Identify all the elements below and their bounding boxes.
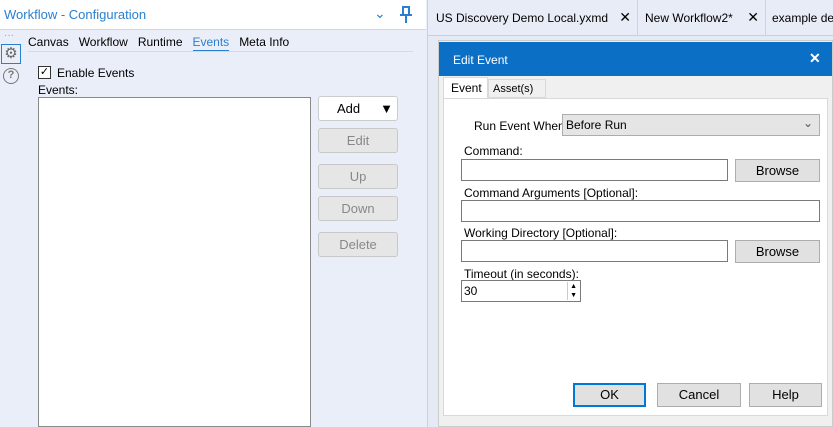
tab-meta-info[interactable]: Meta Info [239, 35, 289, 52]
panel-header: Workflow - Configuration ⌄ [0, 0, 426, 30]
args-input[interactable] [461, 200, 820, 222]
doc-tab-label: example de [772, 11, 833, 25]
tab-event[interactable]: Event [443, 77, 488, 99]
tab-assets[interactable]: Asset(s) [488, 79, 546, 98]
tab-events[interactable]: Events [192, 35, 230, 52]
tab-runtime[interactable]: Runtime [138, 35, 183, 52]
workdir-browse-button[interactable]: Browse [735, 240, 820, 263]
edit-button[interactable]: Edit [318, 128, 398, 153]
event-tab-panel: Run Event When: Before Run ⌄ Command: Bro… [443, 98, 828, 416]
doc-tab[interactable]: New Workflow2* ✕ [638, 0, 766, 35]
edit-event-dialog: Edit Event ✕ Event Asset(s) Run Event Wh… [438, 40, 833, 427]
pin-icon[interactable] [398, 6, 414, 24]
doc-tab[interactable]: example de [766, 0, 833, 35]
configuration-panel: Workflow - Configuration ⌄ ··· ⚙ ? Canva… [0, 0, 428, 427]
dropdown-arrow-icon: ▼ [380, 101, 393, 116]
enable-events-label: Enable Events [57, 66, 135, 80]
enable-events-checkbox[interactable]: ✓ [38, 66, 51, 79]
help-button[interactable]: Help [749, 383, 822, 407]
dialog-title: Edit Event [453, 53, 508, 67]
close-icon[interactable]: ✕ [619, 9, 631, 26]
doc-tab-label: US Discovery Demo Local.yxmd [436, 11, 609, 25]
config-tabs: Canvas Workflow Runtime Events Meta Info [28, 35, 289, 52]
tab-canvas[interactable]: Canvas [28, 35, 69, 52]
cancel-button[interactable]: Cancel [657, 383, 741, 407]
timeout-label: Timeout (in seconds): [464, 267, 579, 281]
close-icon[interactable]: ✕ [747, 9, 759, 26]
divider [28, 51, 413, 52]
gear-icon[interactable]: ⚙ [1, 44, 21, 64]
up-button[interactable]: Up [318, 164, 398, 189]
panel-title: Workflow - Configuration [4, 7, 147, 22]
spinner-arrows-icon[interactable]: ▲ ▼ [567, 282, 579, 300]
workdir-input[interactable] [461, 240, 728, 262]
chevron-down-icon: ⌄ [802, 116, 813, 130]
workdir-label: Working Directory [Optional]: [464, 226, 618, 240]
more-icon[interactable]: ··· [4, 30, 14, 41]
timeout-value: 30 [464, 284, 478, 298]
run-event-label: Run Event When: [474, 119, 569, 133]
run-event-value: Before Run [566, 118, 627, 132]
delete-button[interactable]: Delete [318, 232, 398, 257]
document-tabs: US Discovery Demo Local.yxmd ✕ New Workfl… [428, 0, 833, 36]
add-label: Add [337, 101, 361, 116]
doc-tab[interactable]: US Discovery Demo Local.yxmd ✕ [428, 0, 638, 35]
command-browse-button[interactable]: Browse [735, 159, 820, 182]
help-icon[interactable]: ? [3, 68, 19, 84]
tab-workflow[interactable]: Workflow [79, 35, 128, 52]
chevron-down-icon[interactable]: ⌄ [374, 5, 386, 22]
ok-button[interactable]: OK [573, 383, 646, 407]
run-event-select[interactable]: Before Run ⌄ [562, 114, 820, 136]
command-input[interactable] [461, 159, 728, 181]
dialog-titlebar: Edit Event ✕ [439, 42, 832, 76]
args-label: Command Arguments [Optional]: [464, 186, 639, 200]
events-label: Events: [38, 83, 79, 97]
timeout-spinner[interactable]: 30 ▲ ▼ [461, 280, 581, 302]
events-list[interactable] [38, 97, 311, 427]
close-icon[interactable]: ✕ [809, 50, 821, 67]
command-label: Command: [464, 144, 523, 158]
down-button[interactable]: Down [318, 196, 398, 221]
doc-tab-label: New Workflow2* [645, 11, 733, 25]
add-button[interactable]: Add ▼ [318, 96, 398, 121]
